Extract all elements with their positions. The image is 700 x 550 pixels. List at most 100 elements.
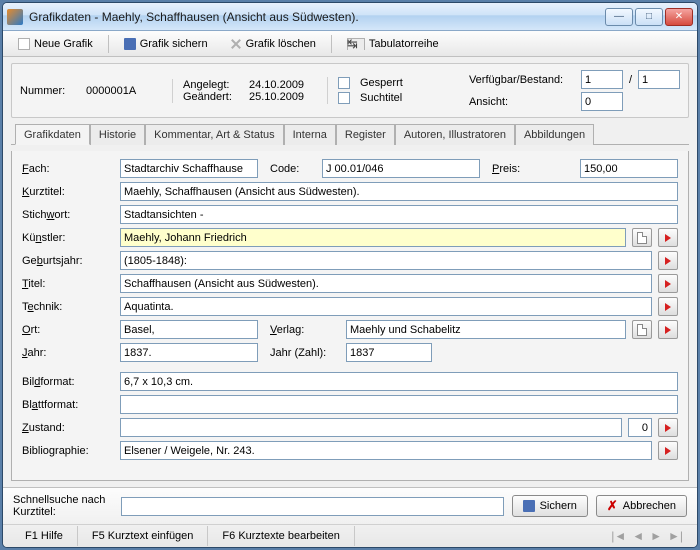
tab-historie[interactable]: Historie [90,124,145,145]
ort-label: Ort: [22,324,114,336]
tab-grafikdaten[interactable]: Grafikdaten [15,124,90,145]
jahr-field[interactable] [120,343,258,362]
nav-next-button[interactable]: ► [650,529,662,543]
app-window: Grafikdaten - Maehly, Schaffhausen (Ansi… [2,2,698,548]
kuenstler-field[interactable] [120,228,626,247]
app-icon [7,9,23,25]
titel-field[interactable] [120,274,652,293]
modified-value: 25.10.2009 [249,91,321,103]
tab-register[interactable]: Register [336,124,395,145]
new-icon [18,38,30,50]
tab-interna[interactable]: Interna [284,124,336,145]
minimize-button[interactable]: — [605,8,633,26]
delete-icon [230,38,242,50]
document-icon [637,232,647,244]
arrow-right-icon [665,424,671,432]
number-label: Nummer: [20,85,80,97]
save-icon [124,38,136,50]
blattformat-label: Blattformat: [22,399,114,411]
bibliographie-field[interactable] [120,441,652,460]
arrow-right-icon [665,280,671,288]
available-label: Verfügbar/Bestand: [469,74,575,86]
verlag-label: Verlag: [270,324,340,336]
searchtitle-label: Suchtitel [360,92,402,104]
tab-order-button[interactable]: Tabulatorreihe [338,34,448,54]
blattformat-field[interactable] [120,395,678,414]
kurztitel-field[interactable] [120,182,678,201]
view-label: Ansicht: [469,96,575,108]
nav-prev-button[interactable]: ◄ [632,529,644,543]
kurztitel-label: Kurztitel: [22,186,114,198]
ort-field[interactable] [120,320,258,339]
preis-label: Preis: [492,163,542,175]
geburtsjahr-field[interactable] [120,251,652,270]
zustand-field[interactable] [120,418,622,437]
tab-icon [347,38,365,50]
new-graphic-button[interactable]: Neue Grafik [9,34,102,54]
view-field[interactable] [581,92,623,111]
arrow-right-icon [665,303,671,311]
tab-bar: Grafikdaten Historie Kommentar, Art & St… [11,124,689,145]
kuenstler-go-button[interactable] [658,228,678,247]
verlag-field[interactable] [346,320,626,339]
titlebar[interactable]: Grafikdaten - Maehly, Schaffhausen (Ansi… [3,3,697,31]
bibliographie-go-button[interactable] [658,441,678,460]
close-button[interactable]: ✕ [665,8,693,26]
created-value: 24.10.2009 [249,79,321,91]
maximize-button[interactable]: □ [635,8,663,26]
technik-field[interactable] [120,297,652,316]
available-a-field[interactable] [581,70,623,89]
preis-field[interactable] [580,159,678,178]
available-b-field[interactable] [638,70,680,89]
cancel-button[interactable]: ✗Abbrechen [596,495,687,517]
verlag-go-button[interactable] [658,320,678,339]
verlag-doc-button[interactable] [632,320,652,339]
arrow-right-icon [665,257,671,265]
tab-autoren[interactable]: Autoren, Illustratoren [395,124,515,145]
technik-label: Technik: [22,301,114,313]
kuenstler-doc-button[interactable] [632,228,652,247]
f6-hint: F6 Kurztexte bearbeiten [208,526,354,546]
toolbar: Neue Grafik Grafik sichern Grafik lösche… [3,31,697,57]
arrow-right-icon [665,326,671,334]
stichwort-field[interactable] [120,205,678,224]
locked-checkbox[interactable] [338,77,350,89]
tab-kommentar[interactable]: Kommentar, Art & Status [145,124,283,145]
save-button[interactable]: Sichern [512,495,588,517]
footer: Schnellsuche nach Kurztitel: Sichern ✗Ab… [3,487,697,547]
arrow-right-icon [665,447,671,455]
code-label: Code: [270,163,316,175]
jahrzahl-field[interactable] [346,343,432,362]
created-label: Angelegt: [183,79,243,91]
f5-hint: F5 Kurztext einfügen [78,526,209,546]
modified-label: Geändert: [183,91,243,103]
quicksearch-label: Schnellsuche nach Kurztitel: [13,494,113,518]
fach-field[interactable] [120,159,258,178]
jahr-label: Jahr: [22,347,114,359]
quicksearch-field[interactable] [121,497,504,516]
zustand-label: Zustand: [22,422,114,434]
bibliographie-label: Bibliographie: [22,445,114,457]
searchtitle-checkbox[interactable] [338,92,350,104]
locked-label: Gesperrt [360,77,403,89]
titel-label: Titel: [22,278,114,290]
delete-graphic-button[interactable]: Grafik löschen [221,34,325,54]
stichwort-label: Stichwort: [22,209,114,221]
save-graphic-button[interactable]: Grafik sichern [115,34,217,54]
zustand-go-button[interactable] [658,418,678,437]
nav-first-button[interactable]: |◄ [611,529,626,543]
nav-last-button[interactable]: ►| [668,529,683,543]
bildformat-field[interactable] [120,372,678,391]
window-title: Grafikdaten - Maehly, Schaffhausen (Ansi… [29,10,605,24]
titel-go-button[interactable] [658,274,678,293]
tab-abbildungen[interactable]: Abbildungen [515,124,594,145]
number-value: 0000001A [86,85,166,97]
arrow-right-icon [665,234,671,242]
code-field[interactable] [322,159,480,178]
zustand-num-field[interactable] [628,418,652,437]
bildformat-label: Bildformat: [22,376,114,388]
geburtsjahr-go-button[interactable] [658,251,678,270]
header-panel: Nummer: 0000001A Angelegt: 24.10.2009 Geä… [11,63,689,118]
technik-go-button[interactable] [658,297,678,316]
fach-label: Fach: [22,163,114,175]
